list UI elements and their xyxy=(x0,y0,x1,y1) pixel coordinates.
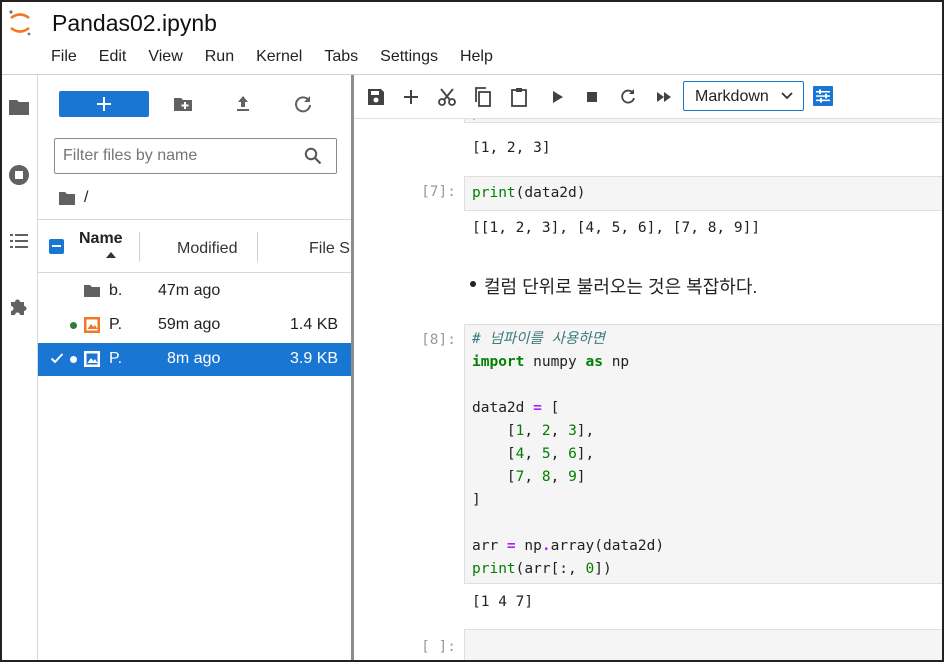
menu-run[interactable]: Run xyxy=(194,48,245,70)
settings-sliders-icon xyxy=(816,89,830,103)
code-line: print(data2d) xyxy=(472,185,586,201)
menu-settings[interactable]: Settings xyxy=(369,48,449,70)
column-divider xyxy=(257,232,258,262)
select-all-checkbox[interactable] xyxy=(49,239,64,254)
column-modified[interactable]: Modified xyxy=(177,240,237,258)
notebook-icon xyxy=(84,351,100,367)
running-sessions-icon[interactable] xyxy=(7,163,31,187)
refresh-icon[interactable] xyxy=(292,93,314,115)
file-list-header: Name Modified File Si xyxy=(38,219,352,273)
breadcrumb-root[interactable]: / xyxy=(84,189,88,207)
cell-type-value: Markdown xyxy=(695,88,769,105)
notebook-panel: Markdown print(data2d[0]) [1, 2, 3] [7]:… xyxy=(354,75,942,660)
file-row-selected[interactable]: P. 8m ago 3.9 KB xyxy=(38,343,352,376)
column-file-size[interactable]: File Si xyxy=(309,240,352,258)
plus-icon xyxy=(97,97,111,111)
notebook-toolbar: Markdown xyxy=(354,75,942,119)
file-size: 1.4 KB xyxy=(290,316,339,333)
paste-icon[interactable] xyxy=(509,87,529,107)
file-filter-field[interactable] xyxy=(54,138,337,174)
file-size: 3.9 KB xyxy=(290,350,339,367)
file-modified: 8m ago xyxy=(167,350,221,367)
sort-ascending-icon xyxy=(106,252,116,258)
breadcrumb: / xyxy=(58,188,88,208)
checkmark-icon[interactable] xyxy=(50,351,64,365)
menu-kernel[interactable]: Kernel xyxy=(245,48,313,70)
menu-bar: File Edit View Run Kernel Tabs Settings … xyxy=(40,48,504,70)
jupyter-logo-icon xyxy=(9,10,31,36)
folder-icon xyxy=(84,285,100,297)
menu-tabs[interactable]: Tabs xyxy=(313,48,369,70)
copy-icon[interactable] xyxy=(473,87,493,107)
menu-help[interactable]: Help xyxy=(449,48,504,70)
file-modified: 47m ago xyxy=(158,282,221,299)
file-row[interactable]: b. 47m ago xyxy=(38,275,352,308)
jupyterlab-window: Pandas02.ipynb File Edit View Run Kernel… xyxy=(0,0,944,662)
chevron-down-icon xyxy=(781,92,793,100)
menu-edit[interactable]: Edit xyxy=(88,48,138,70)
insert-cell-icon[interactable] xyxy=(401,87,421,107)
cell-prompt: [7]: xyxy=(421,184,456,200)
code-cell-input[interactable]: # 넘파이를 사용하면 import numpy as np data2d = … xyxy=(464,324,942,584)
activity-bar xyxy=(2,75,38,660)
restart-kernel-icon[interactable] xyxy=(618,87,638,107)
column-divider xyxy=(139,232,140,262)
file-name: b. xyxy=(109,282,123,299)
table-of-contents-icon[interactable] xyxy=(7,229,31,253)
cut-icon[interactable] xyxy=(437,87,457,107)
stop-icon[interactable] xyxy=(582,87,602,107)
markdown-bullet-text: 컬럼 단위로 불러오는 것은 복잡하다. xyxy=(469,273,757,299)
code-cell-input[interactable]: print(data2d) xyxy=(464,176,942,211)
new-folder-icon[interactable] xyxy=(172,93,194,115)
cell-prompt: [ ]: xyxy=(421,639,456,655)
running-indicator-icon xyxy=(70,322,77,329)
new-launcher-button[interactable] xyxy=(59,91,149,117)
menu-view[interactable]: View xyxy=(137,48,193,70)
search-icon xyxy=(304,147,322,165)
file-name: P. xyxy=(109,350,123,367)
cell-output: [1, 2, 3] xyxy=(472,140,551,156)
file-filter-input[interactable] xyxy=(63,147,293,165)
property-inspector-button[interactable] xyxy=(813,86,833,106)
home-folder-icon[interactable] xyxy=(58,190,76,206)
cell-type-select[interactable]: Markdown xyxy=(683,81,804,111)
running-indicator-icon xyxy=(70,356,77,363)
file-row[interactable]: P. 59m ago 1.4 KB xyxy=(38,309,352,342)
menu-file[interactable]: File xyxy=(40,48,88,70)
upload-icon[interactable] xyxy=(232,93,254,115)
restart-run-all-icon[interactable] xyxy=(654,87,674,107)
column-name[interactable]: Name xyxy=(79,230,123,248)
extensions-icon[interactable] xyxy=(7,294,31,318)
folder-icon[interactable] xyxy=(7,95,31,119)
code-comment: # 넘파이를 사용하면 xyxy=(472,331,605,347)
cell-output: [1 4 7] xyxy=(472,594,534,610)
notebook-icon xyxy=(84,317,100,333)
code-block: # 넘파이를 사용하면 import numpy as np data2d = … xyxy=(472,331,665,577)
file-modified: 59m ago xyxy=(158,316,221,333)
run-icon[interactable] xyxy=(547,87,567,107)
save-icon[interactable] xyxy=(366,87,386,107)
code-cell-input-empty[interactable] xyxy=(464,629,942,660)
top-bar: Pandas02.ipynb File Edit View Run Kernel… xyxy=(2,2,942,74)
file-browser: / Name Modified File Si b. 47m ago xyxy=(38,75,352,660)
cell-prompt: [8]: xyxy=(421,332,456,348)
document-title: Pandas02.ipynb xyxy=(52,10,217,36)
cell-output: [[1, 2, 3], [4, 5, 6], [7, 8, 9]] xyxy=(472,220,761,236)
file-name: P. xyxy=(109,316,123,333)
